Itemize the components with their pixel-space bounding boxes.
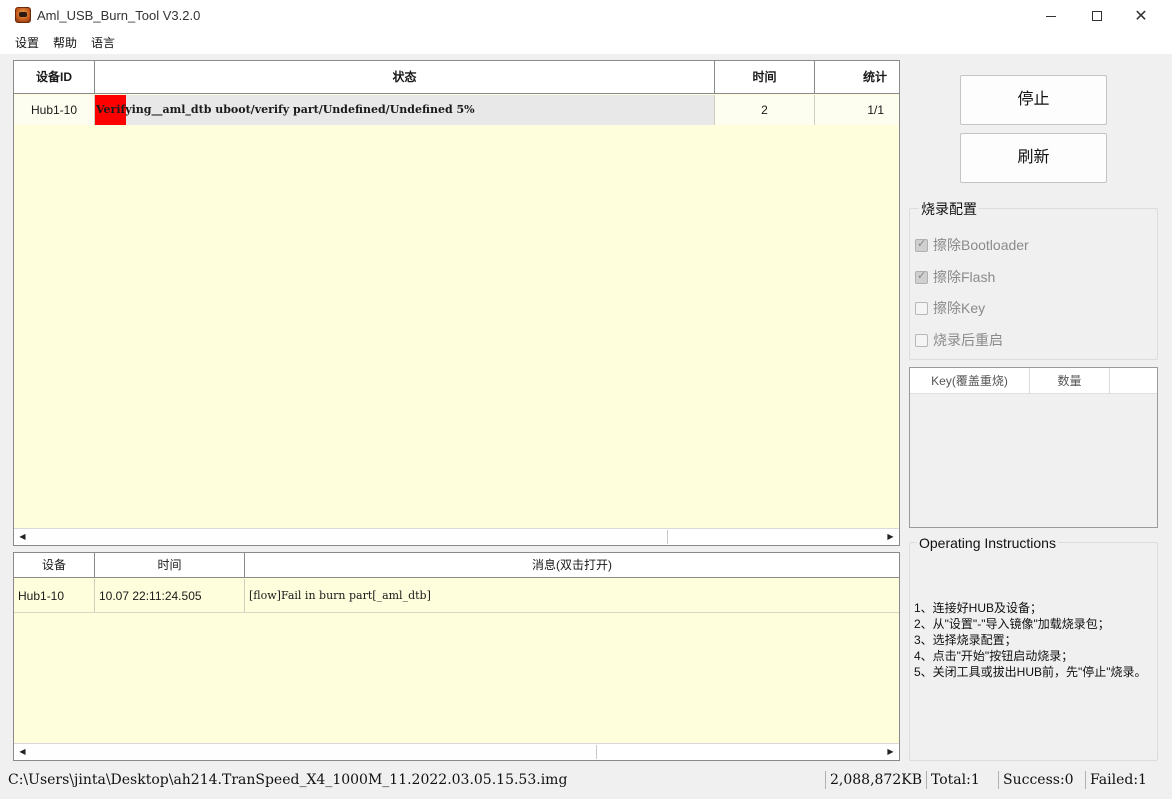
option-label: 烧录后重启 — [933, 332, 1003, 348]
column-header-message[interactable]: 消息(双击打开) — [245, 553, 899, 578]
scroll-right-icon[interactable]: ▶ — [882, 744, 899, 760]
image-size: 2,088,872KB — [830, 772, 922, 788]
column-header-stats[interactable]: 统计 — [815, 61, 899, 94]
minimize-button[interactable] — [1028, 0, 1074, 32]
log-cell-message: [flow]Fail in burn part[_aml_dtb] — [249, 589, 431, 602]
option-erase-bootloader[interactable]: 擦除Bootloader — [915, 235, 1029, 255]
stop-button[interactable]: 停止 — [960, 75, 1107, 125]
instruction-line: 1、连接好HUB及设备； — [914, 601, 1043, 615]
minimize-icon — [1046, 15, 1056, 17]
checkbox-icon[interactable] — [915, 237, 928, 252]
status-text: Verifying__aml_dtb uboot/verify part/Und… — [96, 103, 475, 116]
log-cell-time: 10.07 22:11:24.505 — [95, 579, 245, 613]
instruction-line: 5、关闭工具或拔出HUB前，先"停止"烧录。 — [914, 665, 1147, 679]
maximize-button[interactable] — [1074, 0, 1120, 32]
option-label: 擦除Key — [933, 300, 986, 316]
menu-bar: 设置 帮助 语言 — [0, 32, 1172, 54]
menu-help[interactable]: 帮助 — [46, 32, 84, 54]
scrollbar-thumb[interactable] — [31, 530, 668, 544]
instruction-line: 3、选择烧录配置； — [914, 633, 1017, 647]
status-divider — [926, 771, 927, 789]
instructions-text: 1、连接好HUB及设备； 2、从"设置"-"导入镜像"加载烧录包； 3、选择烧录… — [914, 600, 1154, 680]
cell-stats: 1/1 — [815, 95, 899, 125]
table-row[interactable]: Hub1-10 Verifying__aml_dtb uboot/verify … — [14, 95, 899, 125]
scroll-left-icon[interactable]: ◀ — [14, 529, 31, 545]
cell-device-id: Hub1-10 — [14, 95, 95, 125]
menu-settings[interactable]: 设置 — [0, 32, 46, 54]
refresh-button[interactable]: 刷新 — [960, 133, 1107, 183]
scroll-left-icon[interactable]: ◀ — [14, 744, 31, 760]
log-table: 设备 时间 消息(双击打开) Hub1-10 10.07 22:11:24.50… — [13, 552, 900, 761]
column-header-device-id[interactable]: 设备ID — [14, 61, 95, 94]
total-count: Total:1 — [931, 772, 980, 788]
column-header-key[interactable]: Key(覆盖重烧) — [910, 368, 1030, 394]
log-table-hscrollbar[interactable]: ◀ ▶ — [14, 743, 899, 760]
instructions-title: Operating Instructions — [917, 535, 1058, 551]
burn-config-title: 烧录配置 — [919, 199, 979, 219]
instruction-line: 2、从"设置"-"导入镜像"加载烧录包； — [914, 617, 1110, 631]
maximize-icon — [1092, 11, 1102, 21]
scroll-right-icon[interactable]: ▶ — [882, 529, 899, 545]
window-title: Aml_USB_Burn_Tool V3.2.0 — [37, 8, 201, 23]
status-divider — [1085, 771, 1086, 789]
close-button[interactable]: ✕ — [1118, 0, 1164, 32]
option-erase-key[interactable]: 擦除Key — [915, 298, 985, 318]
checkbox-icon[interactable] — [915, 269, 928, 284]
image-path: C:\Users\jinta\Desktop\ah214.TranSpeed_X… — [8, 772, 568, 788]
column-header-time[interactable]: 时间 — [715, 61, 815, 94]
status-bar: C:\Users\jinta\Desktop\ah214.TranSpeed_X… — [0, 769, 1172, 799]
status-divider — [998, 771, 999, 789]
column-header-log-time[interactable]: 时间 — [95, 553, 245, 578]
scrollbar-thumb[interactable] — [31, 745, 597, 759]
column-header-device[interactable]: 设备 — [14, 553, 95, 578]
table-row[interactable]: Hub1-10 10.07 22:11:24.505 [flow]Fail in… — [14, 579, 899, 613]
title-bar: Aml_USB_Burn_Tool V3.2.0 ✕ — [0, 0, 1172, 32]
device-table-header: 设备ID 状态 时间 统计 — [14, 61, 899, 94]
key-table: Key(覆盖重烧) 数量 — [909, 367, 1158, 528]
option-label: 擦除Flash — [933, 269, 996, 285]
cell-status: Verifying__aml_dtb uboot/verify part/Und… — [95, 95, 715, 125]
app-window: Aml_USB_Burn_Tool V3.2.0 ✕ 设置 帮助 语言 设备ID… — [0, 0, 1172, 799]
column-header-count[interactable]: 数量 — [1030, 368, 1110, 394]
close-icon: ✕ — [1134, 6, 1148, 25]
status-divider — [825, 771, 826, 789]
key-table-header: Key(覆盖重烧) 数量 — [910, 368, 1157, 394]
cell-time: 2 — [715, 95, 815, 125]
device-table-hscrollbar[interactable]: ◀ ▶ — [14, 528, 899, 545]
option-erase-flash[interactable]: 擦除Flash — [915, 267, 995, 287]
menu-language[interactable]: 语言 — [84, 32, 122, 54]
success-count: Success:0 — [1003, 772, 1074, 788]
app-icon — [15, 7, 31, 23]
log-cell-device: Hub1-10 — [14, 579, 95, 613]
option-label: 擦除Bootloader — [933, 237, 1029, 253]
failed-count: Failed:1 — [1090, 772, 1147, 788]
device-table: 设备ID 状态 时间 统计 Hub1-10 Verifying__aml_dtb… — [13, 60, 900, 546]
log-table-header: 设备 时间 消息(双击打开) — [14, 553, 899, 578]
option-reboot-after-burn[interactable]: 烧录后重启 — [915, 330, 1003, 350]
column-header-status[interactable]: 状态 — [95, 61, 715, 94]
instruction-line: 4、点击"开始"按钮启动烧录； — [914, 649, 1074, 663]
checkbox-icon[interactable] — [915, 301, 928, 315]
checkbox-icon[interactable] — [915, 333, 928, 347]
